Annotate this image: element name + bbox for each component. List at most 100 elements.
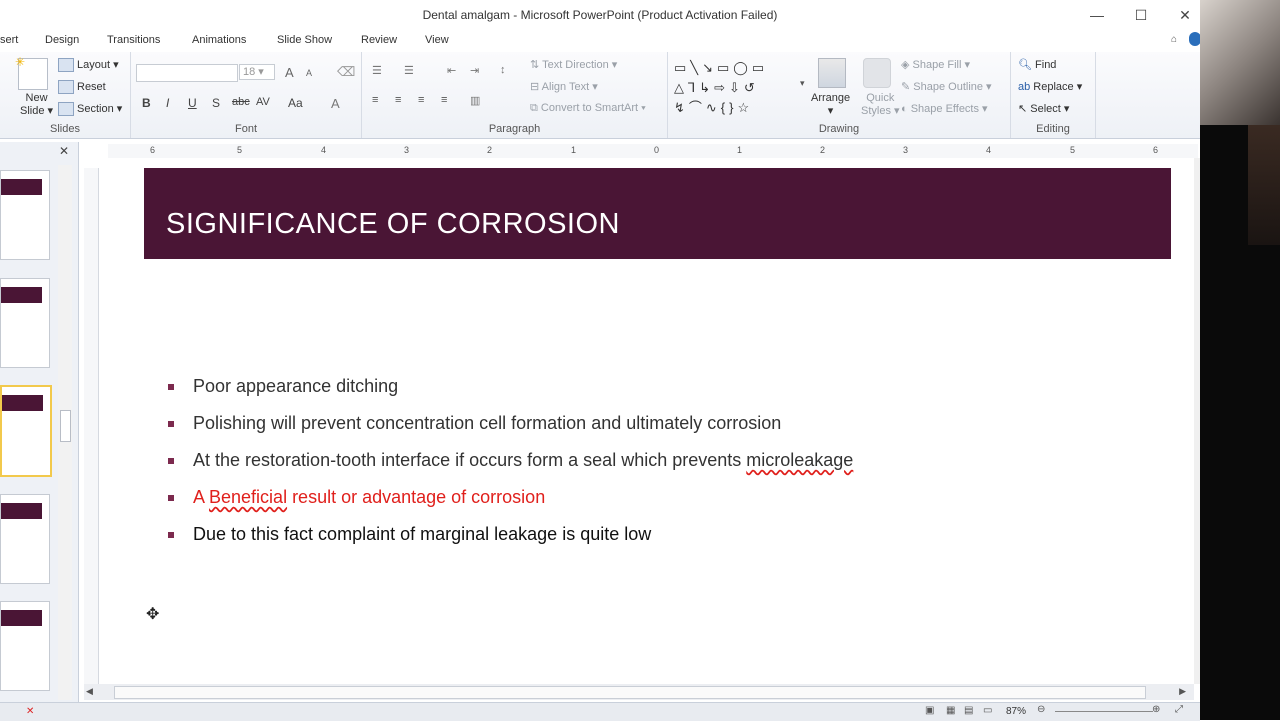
font-name-combo[interactable] (136, 64, 238, 82)
align-right-icon[interactable]: ≡ (418, 94, 424, 106)
bullets-icon[interactable]: ☰ (372, 64, 382, 77)
fit-to-window-icon[interactable]: ⤢ (1175, 704, 1183, 715)
close-button[interactable]: ✕ (1170, 4, 1200, 26)
justify-icon[interactable]: ≡ (441, 94, 447, 106)
strikethrough-button[interactable]: abc (232, 96, 250, 108)
align-center-icon[interactable]: ≡ (395, 94, 401, 106)
shadow-button[interactable]: S (212, 96, 220, 110)
drawing-group-label: Drawing (818, 123, 860, 135)
change-case-button[interactable]: Aa (288, 96, 303, 110)
scroll-right-icon[interactable]: ▶ (1179, 686, 1186, 697)
font-size-combo[interactable]: 18 ▾ (239, 64, 275, 80)
scroll-left-icon[interactable]: ◀ (86, 686, 93, 697)
font-color-button[interactable]: A (331, 96, 340, 111)
slide-thumbnail[interactable] (0, 494, 50, 584)
bold-button[interactable]: B (142, 96, 151, 110)
columns-icon[interactable]: ▥ (470, 94, 480, 107)
shapes-gallery[interactable]: ▭╲↘▭◯▭ △⅂↳⇨⇩↺ ↯⌒∿{}☆ (674, 58, 798, 115)
char-spacing-button[interactable]: AV (256, 96, 270, 108)
bullet-item-highlighted: A Beneficial result or advantage of corr… (166, 487, 853, 524)
reset-button[interactable]: Reset (58, 80, 106, 94)
spelling-status-icon[interactable]: ✕ (26, 706, 34, 717)
slide-bullet-list[interactable]: Poor appearance ditching Polishing will … (166, 376, 853, 561)
close-panel-icon[interactable]: ✕ (59, 144, 69, 158)
minimize-button[interactable]: — (1082, 4, 1112, 26)
tab-review[interactable]: Review (361, 34, 397, 46)
decrease-indent-icon[interactable]: ⇤ (447, 64, 456, 77)
canvas-vertical-scrollbar[interactable] (1194, 158, 1200, 684)
shrink-font-button[interactable]: A (306, 68, 312, 78)
bullet-item: Polishing will prevent concentration cel… (166, 413, 853, 450)
slideshow-view-icon[interactable]: ▭ (983, 705, 992, 716)
editing-group-label: Editing (1036, 123, 1070, 135)
select-button[interactable]: ↖ Select ▾ (1018, 102, 1069, 115)
shape-outline-button[interactable]: ✎ Shape Outline ▾ (901, 80, 992, 93)
italic-button[interactable]: I (166, 96, 169, 110)
underline-button[interactable]: U (188, 96, 197, 110)
bullet-item: At the restoration-tooth interface if oc… (166, 450, 853, 487)
align-text-button[interactable]: ⊟ Align Text ▾ (530, 80, 598, 93)
window-title: Dental amalgam - Microsoft PowerPoint (P… (422, 8, 778, 22)
tab-design[interactable]: Design (45, 34, 79, 46)
ribbon-collapse-icon[interactable]: ⌂ (1171, 34, 1177, 45)
bullet-item: Due to this fact complaint of marginal l… (166, 524, 853, 561)
tab-animations[interactable]: Animations (192, 34, 246, 46)
slide-thumbnail[interactable] (0, 601, 50, 691)
zoom-in-icon[interactable]: ⊕ (1152, 704, 1160, 715)
slide-title-band: SIGNIFICANCE OF CORROSION (144, 168, 1171, 259)
smartart-icon: ⧉ (530, 102, 541, 114)
convert-smartart-button[interactable]: ⧉ Convert to SmartArt ▾ (530, 102, 646, 115)
new-slide-label-2: Slide ▾ (20, 105, 54, 117)
shape-outline-label: Shape Outline (913, 81, 983, 93)
ruler-mark: 2 (820, 145, 826, 155)
grow-font-button[interactable]: A (285, 65, 294, 80)
tab-transitions[interactable]: Transitions (107, 34, 160, 46)
layout-button[interactable]: Layout ▾ (58, 58, 119, 73)
clear-format-icon[interactable]: ⌫ (337, 64, 355, 80)
slide-title[interactable]: SIGNIFICANCE OF CORROSION (166, 208, 620, 241)
shapes-more-icon[interactable]: ▾ (800, 78, 805, 89)
shape-effects-button[interactable]: ◐ Shape Effects ▾ (901, 102, 988, 115)
arrange-button[interactable]: Arrange ▾ (811, 92, 850, 117)
find-button[interactable]: 🔍︎ Find (1018, 58, 1056, 71)
new-slide-button[interactable]: New Slide ▾ (20, 92, 53, 117)
slide-thumbnail[interactable] (0, 170, 50, 260)
line-spacing-icon[interactable]: ↕ (500, 64, 506, 76)
arrange-icon (818, 58, 846, 88)
ribbon: ✳ New Slide ▾ Layout ▾ Reset Section ▾ S… (0, 52, 1200, 139)
zoom-out-icon[interactable]: ⊖ (1037, 704, 1045, 715)
canvas-horizontal-scrollbar[interactable]: ◀ ▶ (84, 684, 1194, 700)
ruler-mark: 6 (1153, 145, 1159, 155)
shape-fill-icon: ◈ (901, 59, 913, 71)
section-button[interactable]: Section ▾ (58, 102, 122, 117)
zoom-level[interactable]: 87% (1006, 706, 1026, 717)
horizontal-scroll-thumb[interactable] (114, 686, 1146, 699)
normal-view-icon[interactable]: ▣ (925, 705, 934, 716)
replace-icon: ab (1018, 81, 1034, 93)
shape-fill-button[interactable]: ◈ Shape Fill ▾ (901, 58, 970, 71)
tab-insert[interactable]: sert (0, 34, 18, 46)
slide-canvas[interactable]: SIGNIFICANCE OF CORROSION Poor appearanc… (100, 158, 1194, 684)
align-left-icon[interactable]: ≡ (372, 94, 378, 106)
tab-slide-show[interactable]: Slide Show (277, 34, 332, 46)
slide-sorter-icon[interactable]: ▦ (946, 705, 955, 716)
replace-button[interactable]: ab Replace ▾ (1018, 80, 1082, 93)
tab-view[interactable]: View (425, 34, 449, 46)
thumbnail-title-band (1, 179, 42, 195)
numbering-icon[interactable]: ☰ (404, 64, 414, 77)
thumbnails-scrollbar[interactable] (58, 165, 72, 700)
slide-thumbnail[interactable] (0, 278, 50, 368)
photo-book (1248, 125, 1280, 245)
new-slide-icon: ✳ (15, 55, 48, 90)
increase-indent-icon[interactable]: ⇥ (470, 64, 479, 77)
paragraph-group: ☰ ☰ ⇤ ⇥ ↕ ≡ ≡ ≡ ≡ ▥ ⇅ Text Direction ▾ ⊟… (362, 52, 668, 138)
text-direction-button[interactable]: ⇅ Text Direction ▾ (530, 58, 617, 71)
quick-styles-button[interactable]: Quick Styles ▾ (861, 92, 900, 117)
ruler-mark: 5 (1070, 145, 1076, 155)
slide-thumbnail-selected[interactable] (0, 385, 52, 477)
ruler-mark: 6 (150, 145, 156, 155)
reading-view-icon[interactable]: ▤ (964, 705, 973, 716)
thumbnails-scroll-thumb[interactable] (60, 410, 71, 442)
maximize-button[interactable]: ☐ (1126, 4, 1156, 26)
zoom-slider[interactable] (1055, 711, 1153, 712)
